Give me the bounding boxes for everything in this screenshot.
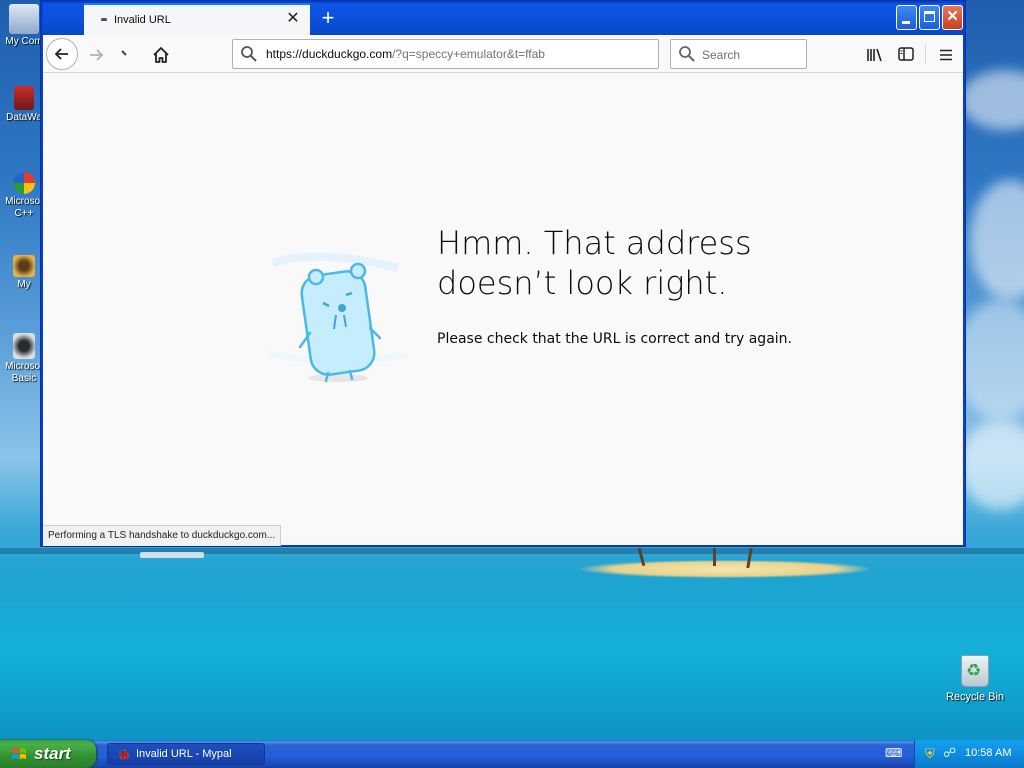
error-illustration <box>267 252 409 383</box>
maximize-button[interactable] <box>919 5 940 30</box>
windows-flag-icon <box>12 748 26 760</box>
security-shield-icon[interactable]: ⛨ <box>925 746 935 762</box>
url-text: https://duckduckgo.com/?q=speccy+emulato… <box>266 47 545 61</box>
taskbar-item-mypal[interactable]: 🐞 Invalid URL - Mypal <box>107 743 265 765</box>
island <box>580 560 870 578</box>
clock[interactable]: 10:58 AM <box>965 747 1011 759</box>
hamburger-menu-icon <box>940 49 952 61</box>
back-arrow-icon <box>54 48 68 60</box>
visual-basic-icon <box>13 333 35 359</box>
browser-window: Invalid URL ✕ + ✕ https://duckduckgo.com… <box>40 0 966 547</box>
close-icon: ✕ <box>946 8 959 25</box>
mypal-icon: 🐞 <box>117 749 131 761</box>
tab-close-icon[interactable]: ✕ <box>284 10 302 28</box>
url-path: /?q=speccy+emulator&t=ffab <box>392 47 545 61</box>
home-button[interactable] <box>146 39 176 69</box>
forward-button[interactable] <box>81 39 111 69</box>
new-tab-button[interactable]: + <box>315 6 341 32</box>
boat <box>140 552 204 558</box>
search-bar[interactable]: Search <box>670 39 807 69</box>
url-host: https://duckduckgo.com <box>266 47 393 61</box>
library-button[interactable] <box>860 39 890 69</box>
desktop-icon-label: Microsof C++ <box>5 196 43 219</box>
recycle-bin-icon <box>961 655 989 687</box>
sidebar-icon <box>898 47 914 61</box>
minimize-icon <box>902 21 910 24</box>
computer-icon <box>9 4 39 34</box>
status-bar: Performing a TLS handshake to duckduckgo… <box>43 525 282 546</box>
maximize-icon <box>924 11 935 22</box>
throbber-icon <box>121 50 127 57</box>
close-window-button[interactable]: ✕ <box>942 5 963 30</box>
recycle-bin-label: Recycle Bin <box>945 691 1005 703</box>
taskbar-item-label: Invalid URL - Mypal <box>136 748 232 760</box>
tab-invalid-url[interactable]: Invalid URL ✕ <box>84 3 310 35</box>
shortcut-icon <box>13 255 35 277</box>
desktop-icon-label: My <box>17 279 31 290</box>
url-bar[interactable]: https://duckduckgo.com/?q=speccy+emulato… <box>232 39 659 69</box>
error-heading: Hmm. That address doesn’t look right. <box>437 224 752 302</box>
visual-cpp-icon <box>13 172 35 194</box>
back-button[interactable] <box>46 38 78 70</box>
loading-favicon-icon <box>101 18 107 21</box>
network-icon[interactable]: ☍ <box>943 745 956 761</box>
sidebar-button[interactable] <box>891 39 921 69</box>
search-icon <box>241 46 257 62</box>
search-icon <box>679 46 695 62</box>
forward-arrow-icon <box>90 49 104 61</box>
desktop-icon-label: My Com <box>5 36 43 47</box>
error-message: Please check that the URL is correct and… <box>437 331 792 347</box>
loading-throbber-icon[interactable] <box>111 39 141 69</box>
system-tray: ⛨ ☍ 10:58 AM <box>914 740 1024 768</box>
recycle-bin[interactable]: Recycle Bin <box>940 655 1010 703</box>
search-placeholder: Search <box>702 48 741 62</box>
taskbar: start 🐞 Invalid URL - Mypal ⌨ ⛨ ☍ 10:58 … <box>0 740 1024 768</box>
toolbar-separator <box>925 44 926 64</box>
keyboard-icon[interactable]: ⌨ <box>885 746 902 760</box>
menu-button[interactable] <box>931 39 961 69</box>
start-label: start <box>34 744 71 763</box>
tab-strip: Invalid URL ✕ + ✕ <box>43 3 963 35</box>
datawa-icon <box>14 86 34 110</box>
minimize-button[interactable] <box>896 5 917 30</box>
start-button[interactable]: start <box>0 740 96 768</box>
library-icon <box>867 49 882 62</box>
navigation-toolbar: https://duckduckgo.com/?q=speccy+emulato… <box>43 35 963 73</box>
page-content: Hmm. That address doesn’t look right. Pl… <box>43 73 963 546</box>
tab-title: Invalid URL <box>114 14 171 26</box>
home-icon <box>153 47 169 64</box>
desktop-icon-label: DataWa <box>6 112 42 123</box>
desktop-icon-label: Microsof Basic <box>5 361 43 384</box>
